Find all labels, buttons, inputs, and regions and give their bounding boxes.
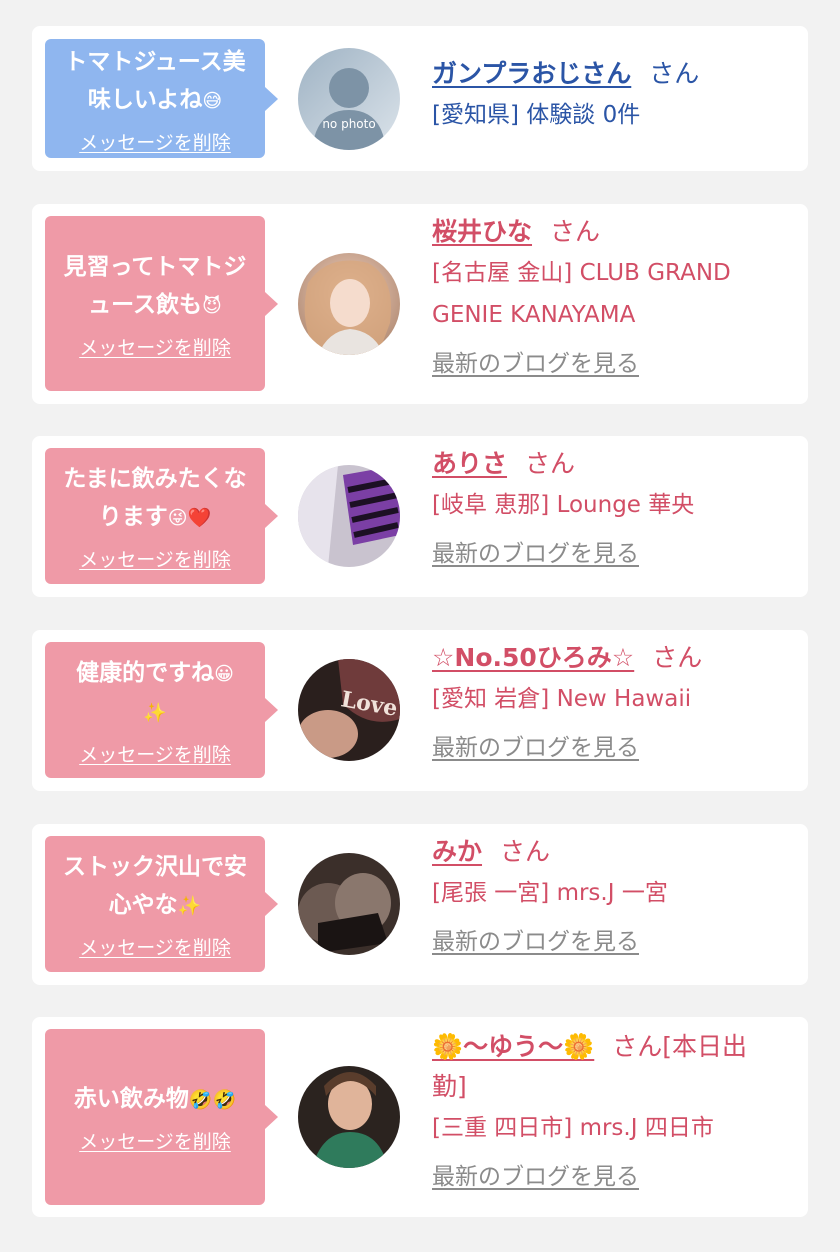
- name-line: みか さん: [432, 832, 788, 872]
- no-photo-label: no photo: [322, 117, 375, 131]
- user-detail: [名古屋 金山] CLUB GRAND GENIE KANAYAMA: [432, 260, 731, 328]
- message-card: トマトジュース美 味しいよね😅 メッセージを削除 no photo ガンプラおじ…: [32, 26, 808, 171]
- user-detail: [愛知 岩倉] New Hawaii: [432, 686, 692, 712]
- delete-message-link[interactable]: メッセージを削除: [79, 128, 231, 155]
- message-text: ストック沢山で安 心やな✨: [63, 854, 247, 918]
- message-bubble: ストック沢山で安 心やな✨ メッセージを削除: [45, 836, 278, 972]
- emoji: 😈: [202, 294, 222, 317]
- profile-photo[interactable]: [298, 853, 400, 955]
- user-name-link[interactable]: ありさ: [432, 449, 507, 478]
- user-detail: [岐阜 恵那] Lounge 華央: [432, 492, 695, 518]
- delete-message-link[interactable]: メッセージを削除: [79, 1127, 231, 1154]
- name-line: 🌼〜ゆう〜🌼 さん[本日出 勤]: [432, 1027, 788, 1107]
- emoji: ✨: [177, 895, 202, 917]
- message-card: ストック沢山で安 心やな✨ メッセージを削除 みか さん [尾張 一宮] mrs.…: [32, 824, 808, 985]
- user-name-link[interactable]: みか: [432, 837, 482, 866]
- message-card: 赤い飲み物🤣🤣 メッセージを削除 🌼〜ゆう〜🌼 さん[本日出 勤] [三重 四日市…: [32, 1017, 808, 1217]
- emoji: 😅: [202, 89, 223, 112]
- message-card: 健康的ですね😀 ✨ メッセージを削除 Love ☆No.50ひろみ☆ さん [愛知…: [32, 630, 808, 791]
- latest-blog-link[interactable]: 最新のブログを見る: [432, 1157, 639, 1191]
- honorific: さん: [550, 217, 601, 246]
- delete-message-link[interactable]: メッセージを削除: [79, 545, 231, 572]
- name-line: 桜井ひな さん: [432, 212, 788, 252]
- honorific: さん: [652, 643, 703, 672]
- delete-message-link[interactable]: メッセージを削除: [79, 933, 231, 960]
- emoji: 😀: [214, 662, 234, 685]
- user-name-link[interactable]: 🌼〜ゆう〜🌼: [432, 1032, 594, 1061]
- name-line: ガンプラおじさん さん: [432, 54, 788, 94]
- message-card: たまに飲みたくな ります😜❤️ メッセージを削除 ありさ さん [岐阜 恵那] L…: [32, 436, 808, 597]
- latest-blog-link[interactable]: 最新のブログを見る: [432, 922, 639, 956]
- name-line: ありさ さん: [432, 444, 788, 484]
- profile-photo[interactable]: [298, 1066, 400, 1168]
- profile-photo[interactable]: Love: [298, 659, 400, 761]
- latest-blog-link[interactable]: 最新のブログを見る: [432, 728, 639, 762]
- user-detail: [愛知県] 体験談 0件: [432, 102, 641, 128]
- no-photo-icon[interactable]: no photo: [298, 48, 400, 150]
- user-name-link[interactable]: ガンプラおじさん: [432, 59, 631, 88]
- honorific: さん[本日出: [612, 1032, 748, 1061]
- honorific: さん: [525, 449, 576, 478]
- name-line: ☆No.50ひろみ☆ さん: [432, 638, 788, 678]
- delete-message-link[interactable]: メッセージを削除: [79, 333, 231, 360]
- honorific-continued: 勤]: [432, 1072, 467, 1101]
- user-name-link[interactable]: 桜井ひな: [432, 217, 532, 246]
- message-bubble: たまに飲みたくな ります😜❤️ メッセージを削除: [45, 448, 278, 584]
- user-detail: [尾張 一宮] mrs.J 一宮: [432, 880, 668, 906]
- message-bubble: 見習ってトマトジ ュース飲も😈 メッセージを削除: [45, 216, 278, 391]
- message-text: 健康的ですね😀 ✨: [76, 659, 234, 724]
- emoji: 🤣🤣: [188, 1089, 237, 1111]
- latest-blog-link[interactable]: 最新のブログを見る: [432, 344, 639, 378]
- message-bubble: 赤い飲み物🤣🤣 メッセージを削除: [45, 1029, 278, 1205]
- honorific: さん: [500, 837, 551, 866]
- message-text: 見習ってトマトジ ュース飲も😈: [63, 253, 247, 318]
- message-list: トマトジュース美 味しいよね😅 メッセージを削除 no photo ガンプラおじ…: [0, 0, 840, 1252]
- sparkles-emoji: ✨: [143, 701, 167, 724]
- message-card: 見習ってトマトジ ュース飲も😈 メッセージを削除 桜井ひな さん [名古屋 金山…: [32, 204, 808, 404]
- message-text: トマトジュース美 味しいよね😅: [64, 48, 246, 113]
- latest-blog-link[interactable]: 最新のブログを見る: [432, 534, 639, 568]
- profile-photo[interactable]: [298, 465, 400, 567]
- profile-photo[interactable]: [298, 253, 400, 355]
- message-bubble: トマトジュース美 味しいよね😅 メッセージを削除: [45, 39, 278, 158]
- delete-message-link[interactable]: メッセージを削除: [79, 740, 231, 767]
- message-text: たまに飲みたくな ります😜❤️: [63, 466, 247, 530]
- message-bubble: 健康的ですね😀 ✨ メッセージを削除: [45, 642, 278, 778]
- user-detail: [三重 四日市] mrs.J 四日市: [432, 1115, 714, 1141]
- message-text: 赤い飲み物🤣🤣: [73, 1086, 237, 1112]
- honorific: さん: [649, 59, 700, 88]
- emoji: 😜❤️: [167, 507, 212, 529]
- user-name-link[interactable]: ☆No.50ひろみ☆: [432, 643, 634, 672]
